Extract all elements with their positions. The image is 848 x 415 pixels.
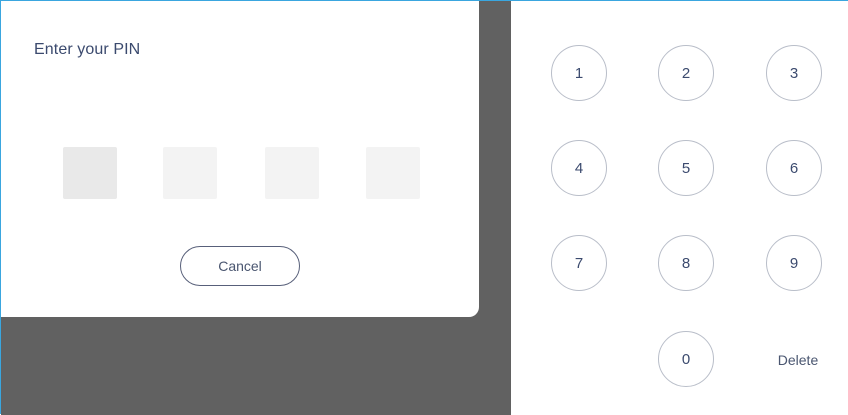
pin-digit-box-2 (163, 147, 217, 199)
key-6[interactable]: 6 (766, 140, 822, 196)
key-9[interactable]: 9 (766, 235, 822, 291)
key-5[interactable]: 5 (658, 140, 714, 196)
pin-digit-box-4 (366, 147, 420, 199)
pin-digit-box-3 (265, 147, 319, 199)
delete-button[interactable]: Delete (763, 349, 833, 371)
pin-entry-screen: Enter your PIN Cancel 1 2 3 4 5 6 7 8 9 … (0, 0, 848, 415)
key-3[interactable]: 3 (766, 45, 822, 101)
key-7[interactable]: 7 (551, 235, 607, 291)
key-4[interactable]: 4 (551, 140, 607, 196)
key-1[interactable]: 1 (551, 45, 607, 101)
key-2[interactable]: 2 (658, 45, 714, 101)
cancel-button[interactable]: Cancel (180, 246, 300, 286)
key-0[interactable]: 0 (658, 331, 714, 387)
pin-dialog: Enter your PIN Cancel (1, 1, 479, 317)
dimmed-backdrop: Enter your PIN Cancel (1, 1, 511, 415)
pin-digit-box-1 (63, 147, 117, 199)
dialog-title: Enter your PIN (34, 41, 141, 58)
key-8[interactable]: 8 (658, 235, 714, 291)
numeric-keypad: 1 2 3 4 5 6 7 8 9 0 Delete (511, 1, 848, 415)
